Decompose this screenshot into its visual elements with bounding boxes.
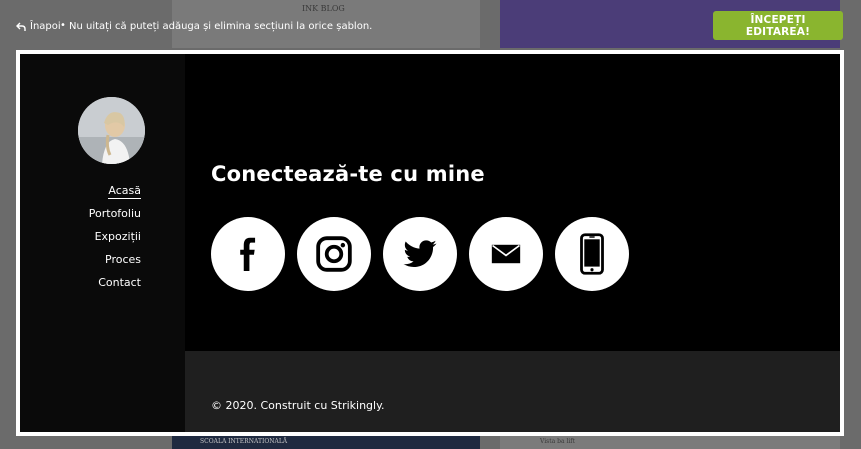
twitter-icon xyxy=(403,240,437,268)
facebook-icon xyxy=(240,237,256,271)
section-heading: Conectează-te cu mine xyxy=(211,162,485,186)
template-preview: Acasă Portofoliu Expoziții Proces Contac… xyxy=(20,54,840,432)
email-icon xyxy=(491,244,521,264)
background-template-thumbnail: SCOALA INTERNATIONALĂ xyxy=(172,436,480,449)
instagram-button[interactable] xyxy=(297,217,371,291)
background-template-thumbnail: Vista ba lift xyxy=(500,436,840,449)
separator-dot: • xyxy=(60,20,66,31)
avatar xyxy=(78,97,145,164)
background-caption: Vista ba lift xyxy=(540,438,575,445)
back-link[interactable]: Înapoi xyxy=(16,21,61,32)
site-nav: Acasă Portofoliu Expoziții Proces Contac… xyxy=(89,183,141,298)
template-preview-frame: Acasă Portofoliu Expoziții Proces Contac… xyxy=(16,50,844,436)
nav-item-contact[interactable]: Contact xyxy=(89,275,141,298)
back-arrow-icon xyxy=(16,22,26,32)
nav-item-home[interactable]: Acasă xyxy=(89,183,141,206)
instagram-icon xyxy=(316,236,352,272)
site-footer: © 2020. Construit cu Strikingly. xyxy=(185,351,840,432)
back-label: Înapoi xyxy=(30,21,61,32)
nav-item-portfolio[interactable]: Portofoliu xyxy=(89,206,141,229)
preview-topbar: Înapoi • Nu uitați că puteți adăuga și e… xyxy=(0,0,861,50)
twitter-button[interactable] xyxy=(383,217,457,291)
social-links xyxy=(211,217,629,291)
connect-section: Conectează-te cu mine xyxy=(185,54,840,351)
nav-item-process[interactable]: Proces xyxy=(89,252,141,275)
phone-button[interactable] xyxy=(555,217,629,291)
background-caption: SCOALA INTERNATIONALĂ xyxy=(200,438,288,445)
site-sidebar: Acasă Portofoliu Expoziții Proces Contac… xyxy=(20,54,185,432)
hint-text: Nu uitați că puteți adăuga și elimina se… xyxy=(69,21,373,32)
email-button[interactable] xyxy=(469,217,543,291)
copyright-text: © 2020. Construit cu Strikingly. xyxy=(211,399,385,412)
start-editing-button[interactable]: ÎNCEPEȚI EDITAREA! xyxy=(713,11,843,40)
facebook-button[interactable] xyxy=(211,217,285,291)
nav-item-exhibitions[interactable]: Expoziții xyxy=(89,229,141,252)
phone-icon xyxy=(580,233,604,275)
